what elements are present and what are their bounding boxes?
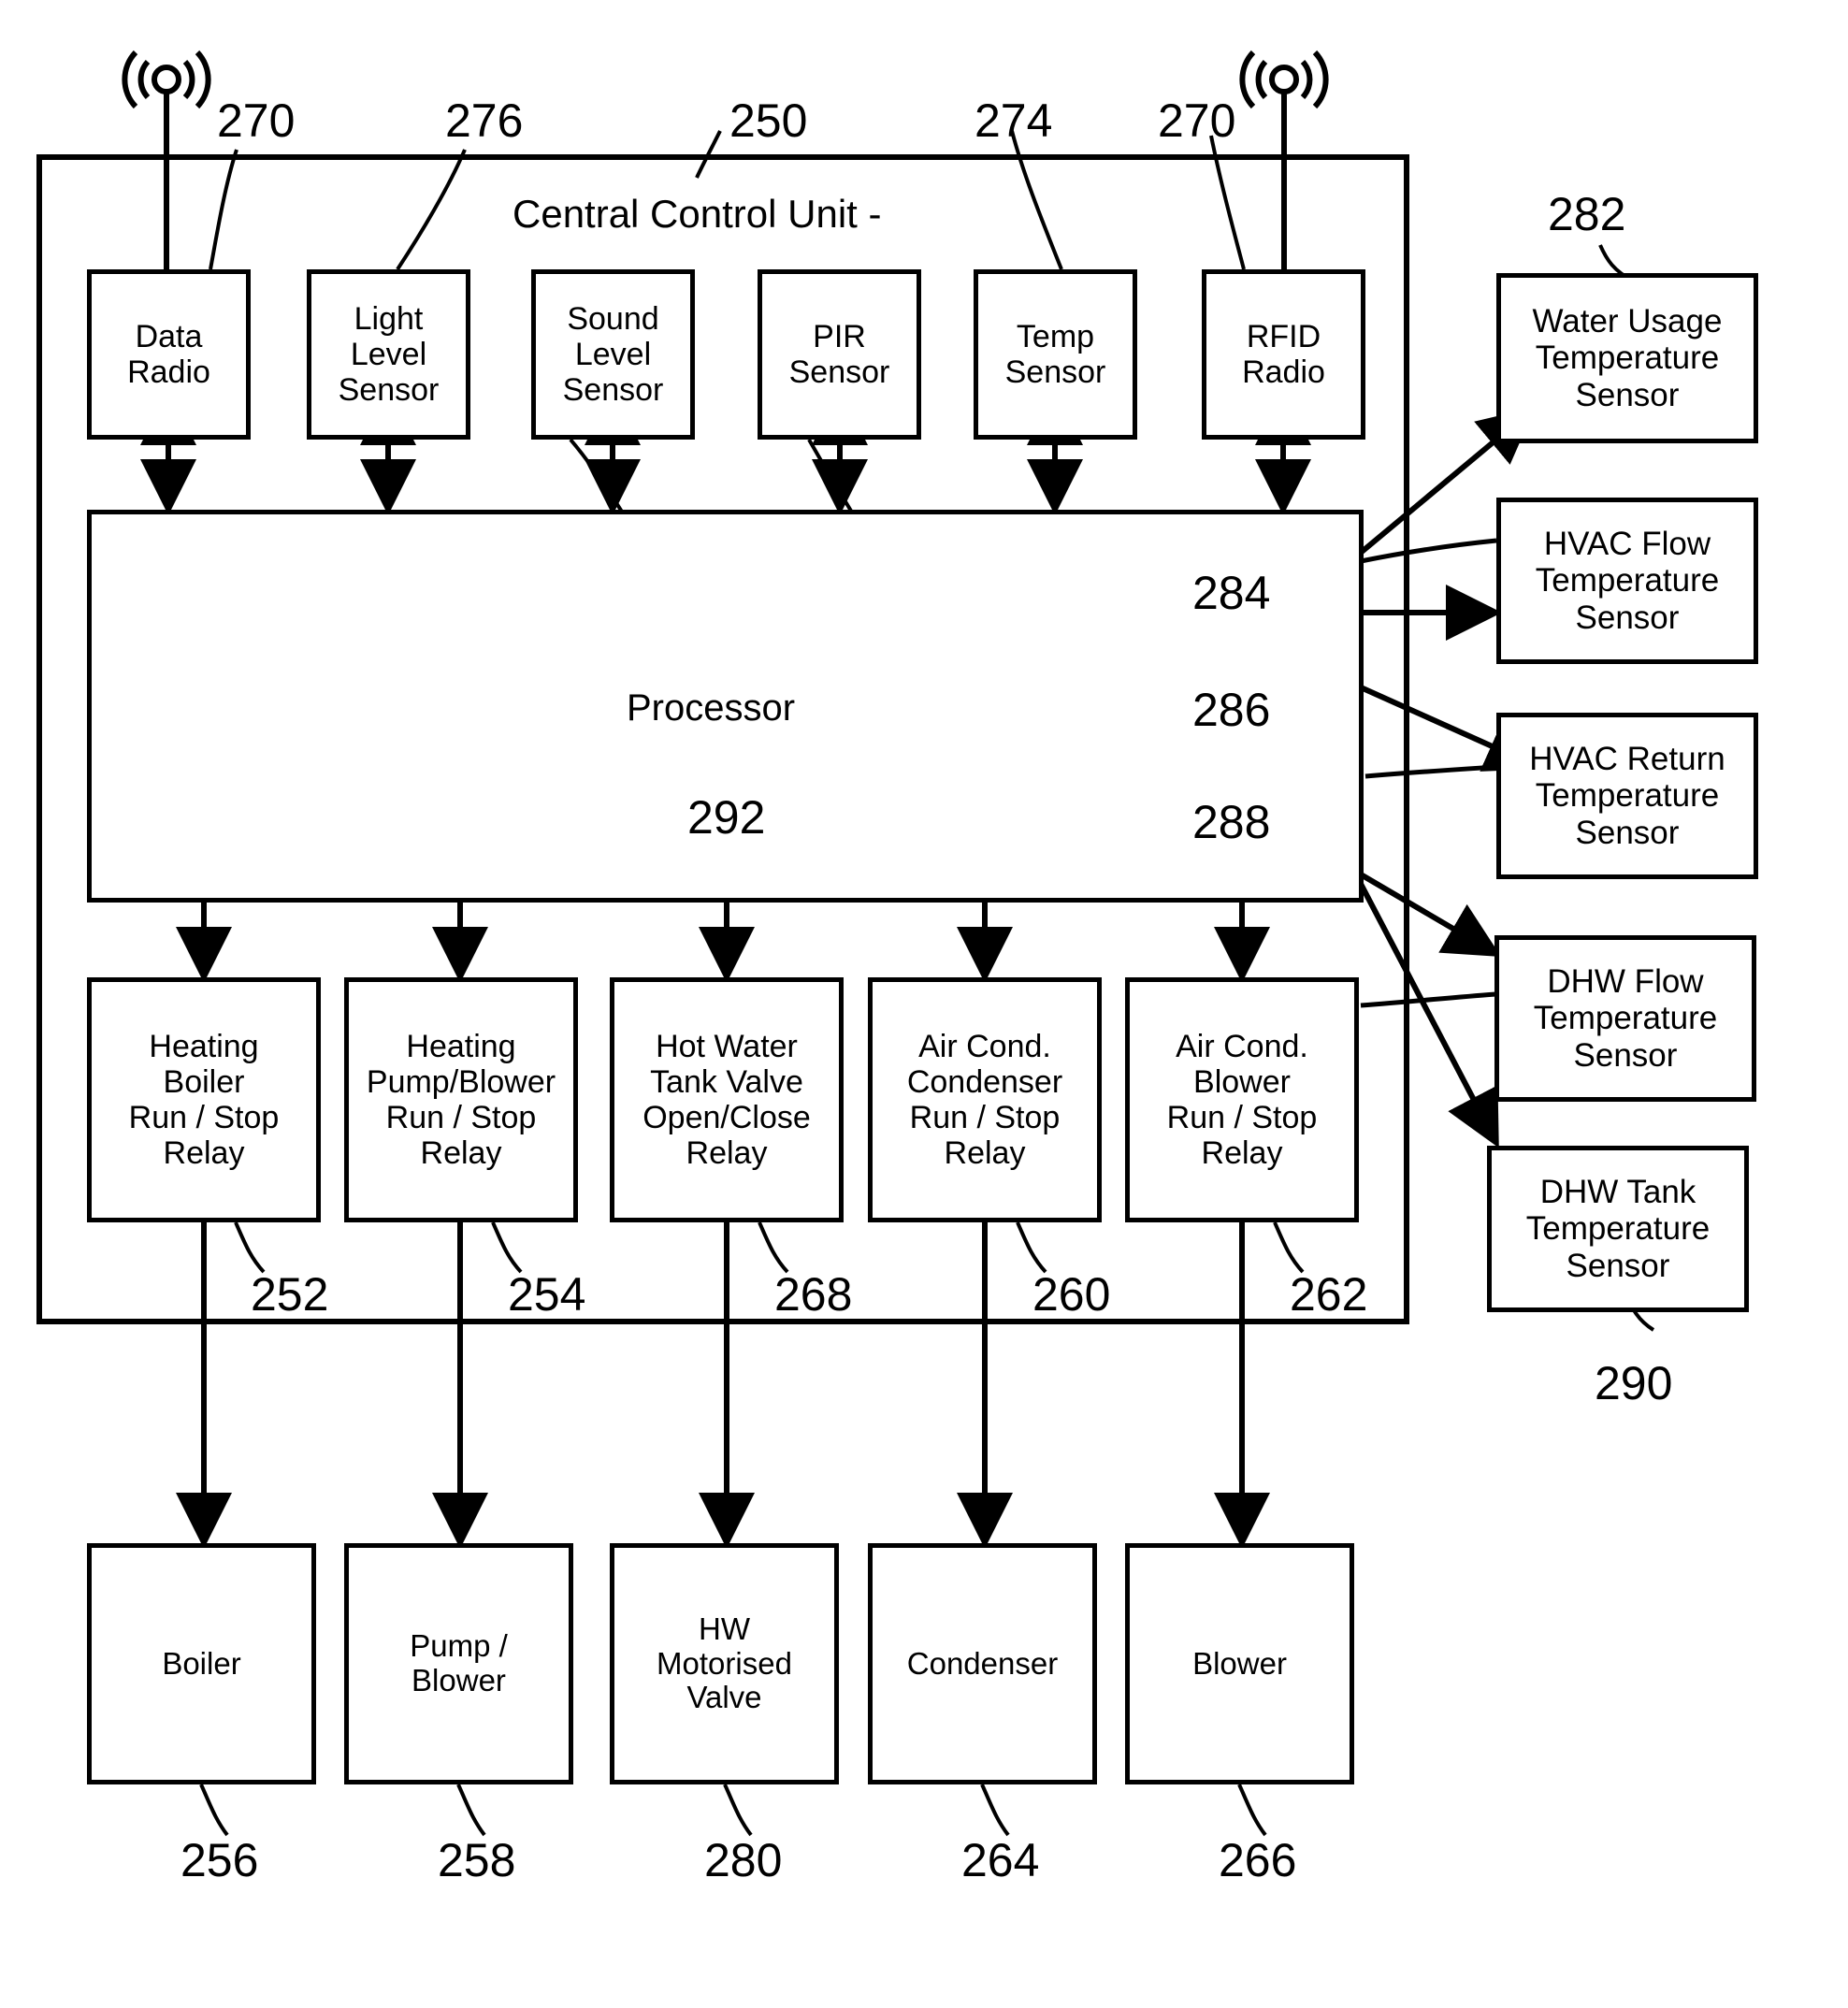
ref-252: 252 (251, 1268, 329, 1321)
box-temp-sensor[interactable]: Temp Sensor (974, 269, 1137, 440)
box-heating-pump-blower-relay[interactable]: Heating Pump/Blower Run / Stop Relay (344, 977, 578, 1222)
ref-282: 282 (1548, 188, 1626, 240)
box-hvac-return-temperature-sensor[interactable]: HVAC Return Temperature Sensor (1496, 713, 1758, 879)
box-air-cond-condenser-relay[interactable]: Air Cond. Condenser Run / Stop Relay (868, 977, 1102, 1222)
box-heating-boiler-relay[interactable]: Heating Boiler Run / Stop Relay (87, 977, 321, 1222)
ref-274: 274 (975, 94, 1053, 147)
box-data-radio[interactable]: Data Radio (87, 269, 251, 440)
ref-250: 250 (729, 94, 808, 147)
ref-266: 266 (1219, 1834, 1297, 1886)
patent-figure: 270 276 250 274 270 Central Control Unit… (0, 0, 1848, 2008)
processor-label: Processor (627, 687, 796, 729)
ref-276: 276 (445, 94, 524, 147)
ref-256: 256 (180, 1834, 259, 1886)
box-rfid-radio[interactable]: RFID Radio (1202, 269, 1365, 440)
ref-290: 290 (1595, 1357, 1673, 1409)
ref-270-right: 270 (1158, 94, 1236, 147)
box-blower[interactable]: Blower (1125, 1543, 1354, 1784)
ref-268: 268 (774, 1268, 853, 1321)
box-hw-motorised-valve[interactable]: HW Motorised Valve (610, 1543, 839, 1784)
box-pir-sensor[interactable]: PIR Sensor (758, 269, 921, 440)
ref-288: 288 (1192, 796, 1271, 848)
box-dhw-tank-temperature-sensor[interactable]: DHW Tank Temperature Sensor (1487, 1146, 1749, 1312)
box-hot-water-tank-valve-relay[interactable]: Hot Water Tank Valve Open/Close Relay (610, 977, 844, 1222)
box-boiler[interactable]: Boiler (87, 1543, 316, 1784)
ref-284: 284 (1192, 567, 1271, 619)
ref-270-left: 270 (217, 94, 296, 147)
box-water-usage-temperature-sensor[interactable]: Water Usage Temperature Sensor (1496, 273, 1758, 443)
ref-264: 264 (961, 1834, 1040, 1886)
box-air-cond-blower-relay[interactable]: Air Cond. Blower Run / Stop Relay (1125, 977, 1359, 1222)
box-light-level-sensor[interactable]: Light Level Sensor (307, 269, 470, 440)
ref-292: 292 (687, 791, 766, 844)
ref-286: 286 (1192, 684, 1271, 736)
box-dhw-flow-temperature-sensor[interactable]: DHW Flow Temperature Sensor (1494, 935, 1756, 1102)
ref-258: 258 (438, 1834, 516, 1886)
box-sound-level-sensor[interactable]: Sound Level Sensor (531, 269, 695, 440)
box-condenser[interactable]: Condenser (868, 1543, 1097, 1784)
box-hvac-flow-temperature-sensor[interactable]: HVAC Flow Temperature Sensor (1496, 498, 1758, 664)
box-pump-blower[interactable]: Pump / Blower (344, 1543, 573, 1784)
ref-262: 262 (1290, 1268, 1368, 1321)
ref-254: 254 (508, 1268, 586, 1321)
page-title: Central Control Unit - (513, 192, 882, 236)
ref-280: 280 (704, 1834, 783, 1886)
ref-260: 260 (1032, 1268, 1111, 1321)
